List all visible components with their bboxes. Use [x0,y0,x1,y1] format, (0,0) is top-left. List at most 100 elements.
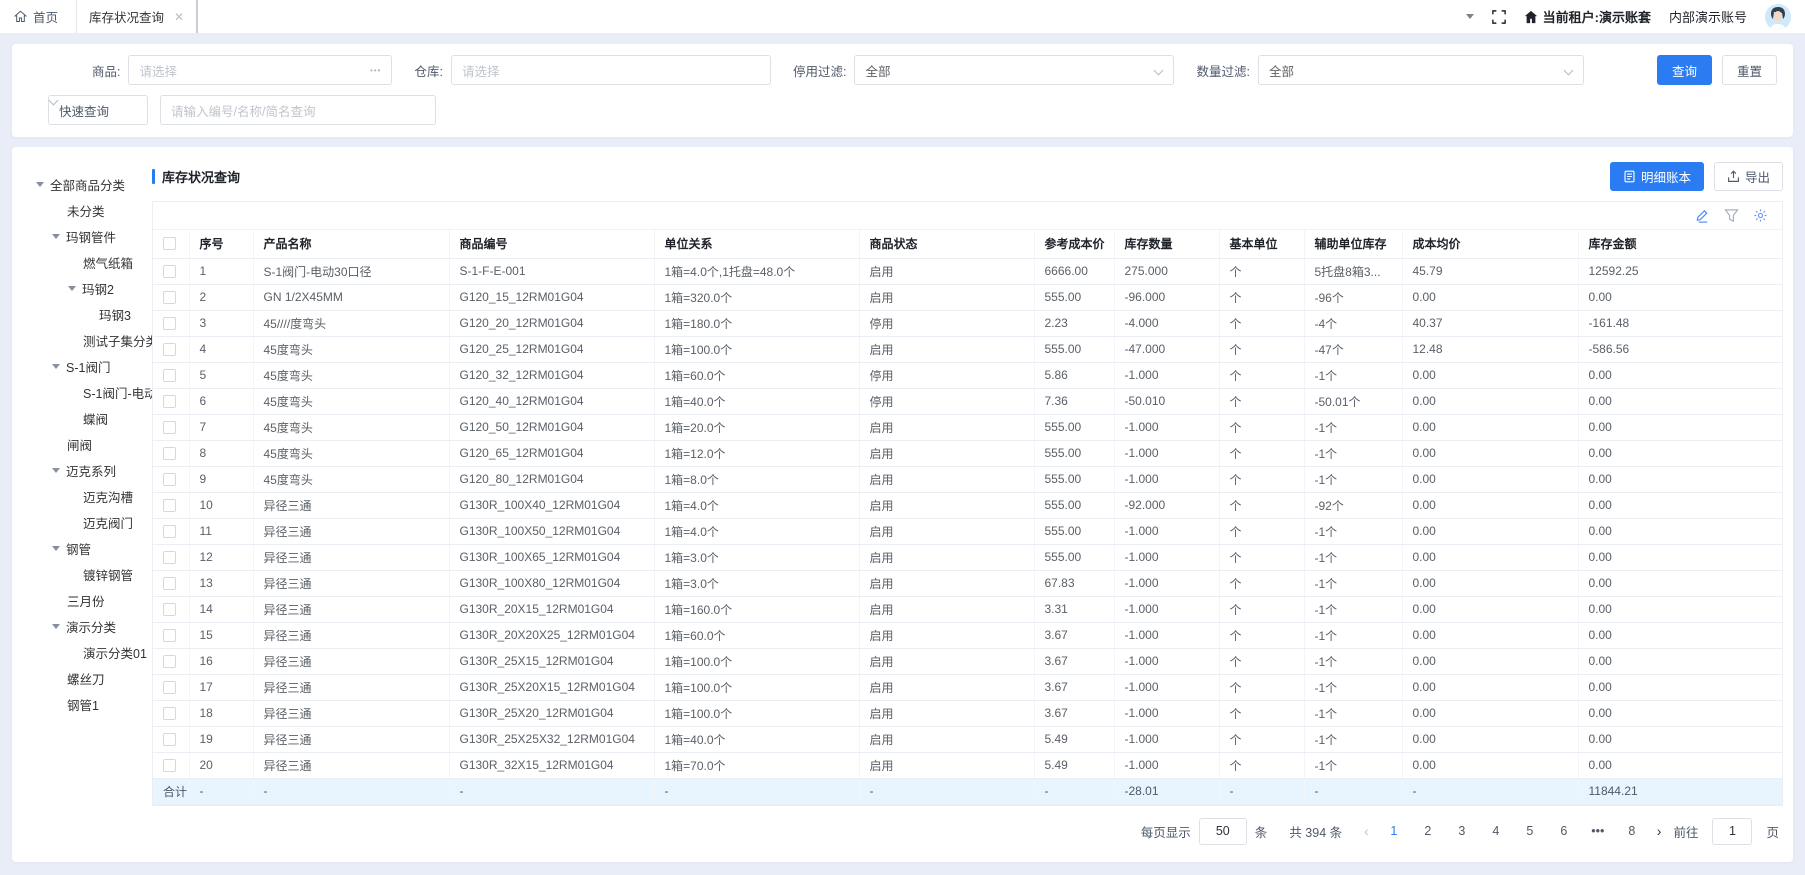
tree-node[interactable]: 全部商品分类 [12,171,152,197]
row-checkbox[interactable] [163,395,176,408]
page-number[interactable]: 4 [1483,824,1509,838]
page-ellipsis[interactable]: ••• [1585,824,1611,838]
tree-expand-icon[interactable] [52,546,60,551]
tree-node[interactable]: S-1阀门 [12,353,152,379]
quick-query-input[interactable]: 请输入编号/名称/简名查询 [160,95,436,125]
row-checkbox[interactable] [163,343,176,356]
product-more-icon[interactable]: ••• [370,66,381,75]
tabs-dropdown-icon[interactable] [1466,14,1474,19]
tree-node[interactable]: 螺丝刀 [12,665,152,691]
page-number[interactable]: 3 [1449,824,1475,838]
tree-expand-icon[interactable] [52,468,60,473]
tree-node[interactable]: 玛钢3 [12,301,152,327]
row-checkbox[interactable] [163,759,176,772]
tree-expand-icon[interactable] [68,286,76,291]
goto-page-input[interactable]: 1 [1712,818,1752,845]
quick-query-select[interactable]: 快速查询 [48,95,148,125]
table-cell: 0.00 [1402,726,1578,752]
row-checkbox[interactable] [163,265,176,278]
row-checkbox[interactable] [163,655,176,668]
page-number[interactable]: 1 [1381,824,1407,838]
filter-funnel-icon[interactable] [1724,208,1739,223]
tree-node[interactable]: 闸阀 [12,431,152,457]
table-cell: -1个 [1304,440,1402,466]
row-checkbox[interactable] [163,603,176,616]
tree-node[interactable]: 玛钢管件 [12,223,152,249]
settings-gear-icon[interactable] [1753,208,1768,223]
select-all-checkbox[interactable] [163,237,176,250]
table-cell: 0.00 [1578,726,1782,752]
tree-node[interactable]: 三月份 [12,587,152,613]
fullscreen-icon[interactable] [1492,10,1506,24]
tree-node[interactable]: S-1阀门-电动 [12,379,152,405]
tree-node[interactable]: 钢管 [12,535,152,561]
stop-filter-select[interactable]: 全部 [854,55,1174,85]
row-checkbox[interactable] [163,629,176,642]
table-cell: S-1-F-E-001 [449,258,654,284]
page-number[interactable]: 8 [1619,824,1645,838]
row-checkbox[interactable] [163,291,176,304]
row-checkbox[interactable] [163,707,176,720]
tree-node[interactable]: 测试子集分类 [12,327,152,353]
tree-expand-icon[interactable] [52,364,60,369]
table-cell: 0.00 [1402,440,1578,466]
table-cell: 个 [1219,258,1304,284]
row-checkbox[interactable] [163,525,176,538]
tree-expand-icon[interactable] [36,182,44,187]
tree-node[interactable]: 迈克阀门 [12,509,152,535]
tree-expand-icon[interactable] [52,234,60,239]
row-checkbox[interactable] [163,499,176,512]
tree-node[interactable]: 未分类 [12,197,152,223]
account-name[interactable]: 内部演示账号 [1669,7,1747,26]
table-cell: 0.00 [1578,440,1782,466]
tree-node[interactable]: 燃气纸箱 [12,249,152,275]
row-checkbox[interactable] [163,317,176,330]
row-checkbox[interactable] [163,447,176,460]
table-cell: G130R_25X20_12RM01G04 [449,700,654,726]
table-cell: 个 [1219,440,1304,466]
row-checkbox[interactable] [163,473,176,486]
product-select[interactable]: 请选择 ••• [128,55,392,85]
table-cell: 0.00 [1402,622,1578,648]
reset-button[interactable]: 重置 [1722,55,1777,85]
tree-expand-icon[interactable] [52,624,60,629]
main-panel: 全部商品分类未分类玛钢管件燃气纸箱玛钢2玛钢3测试子集分类S-1阀门S-1阀门-… [12,147,1793,862]
edit-icon[interactable] [1695,208,1710,223]
export-button[interactable]: 导出 [1714,162,1783,191]
stop-filter-label: 停用过滤: [793,61,846,80]
detail-ledger-button[interactable]: 明细账本 [1610,162,1704,191]
next-page-icon[interactable]: › [1653,823,1666,839]
table-cell: -1个 [1304,726,1402,752]
tree-node[interactable]: 演示分类01 [12,639,152,665]
search-button[interactable]: 查询 [1657,55,1712,85]
table-cell: 0.00 [1578,544,1782,570]
table-row: 20异径三通G130R_32X15_12RM01G041箱=70.0个启用5.4… [153,752,1782,778]
row-checkbox[interactable] [163,421,176,434]
row-checkbox[interactable] [163,577,176,590]
tree-node[interactable]: 迈克系列 [12,457,152,483]
tree-node[interactable]: 蝶阀 [12,405,152,431]
tree-node-label: 三月份 [67,591,105,610]
tree-node[interactable]: 玛钢2 [12,275,152,301]
nav-home[interactable]: 首页 [0,0,76,33]
tree-node-label: 未分类 [67,201,105,220]
row-checkbox[interactable] [163,551,176,564]
tree-node[interactable]: 镀锌钢管 [12,561,152,587]
tree-node[interactable]: 迈克沟槽 [12,483,152,509]
page-number[interactable]: 6 [1551,824,1577,838]
prev-page-icon[interactable]: ‹ [1360,823,1373,839]
tab-inventory-status[interactable]: 库存状况查询 ✕ [76,0,198,33]
page-number[interactable]: 5 [1517,824,1543,838]
page-number[interactable]: 2 [1415,824,1441,838]
warehouse-select[interactable]: 请选择 [451,55,771,85]
row-checkbox[interactable] [163,681,176,694]
tree-node[interactable]: 演示分类 [12,613,152,639]
table-cell: 停用 [859,362,1034,388]
qty-filter-select[interactable]: 全部 [1258,55,1584,85]
tab-close-icon[interactable]: ✕ [174,10,184,24]
tree-node[interactable]: 钢管1 [12,691,152,717]
avatar[interactable] [1765,4,1791,30]
per-page-input[interactable]: 50 [1199,818,1247,845]
row-checkbox[interactable] [163,369,176,382]
row-checkbox[interactable] [163,733,176,746]
